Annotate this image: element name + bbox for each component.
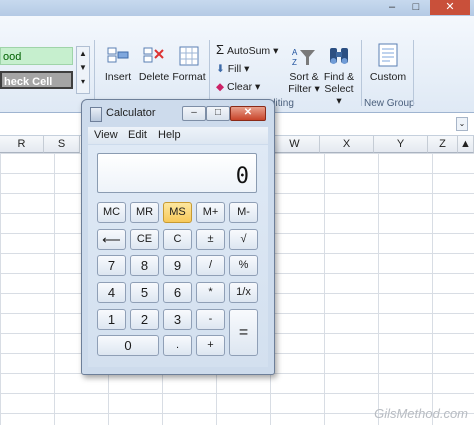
excel-titlebar: – □ ✕ — [0, 0, 474, 16]
key-7[interactable]: 7 — [97, 255, 126, 276]
style-good[interactable]: ood — [0, 47, 73, 65]
menu-help[interactable]: Help — [158, 129, 181, 141]
column-header-w[interactable]: W — [270, 136, 320, 153]
new-group-label: New Group — [364, 98, 415, 109]
sigma-icon: Σ — [216, 42, 225, 57]
calculator-title: Calculator — [106, 107, 156, 119]
calculator-app-icon — [90, 107, 102, 122]
key-divide[interactable]: / — [196, 255, 225, 276]
svg-text:A: A — [292, 48, 298, 57]
insert-cells-icon — [107, 47, 129, 63]
divider — [94, 40, 95, 106]
key-multiply[interactable]: * — [196, 282, 225, 303]
key-0[interactable]: 0 — [97, 335, 159, 356]
calc-close-button[interactable]: ✕ — [230, 106, 266, 121]
column-header-x[interactable]: X — [320, 136, 374, 153]
key-1[interactable]: 1 — [97, 309, 126, 330]
autosum-label: AutoSum — [226, 45, 271, 57]
insert-label: Insert — [104, 71, 132, 83]
column-header-s[interactable]: S — [44, 136, 80, 153]
key-8[interactable]: 8 — [130, 255, 159, 276]
column-header-z[interactable]: Z — [428, 136, 458, 153]
calculator-body: 0 MC MR MS M+ M- ⟵ CE C ± √ 7 8 9 / % 4 … — [88, 145, 268, 367]
key-m-minus[interactable]: M- — [229, 202, 258, 223]
watermark: GilsMethod.com — [374, 406, 468, 421]
divider — [361, 40, 362, 106]
sort-filter-icon: AZ — [292, 48, 315, 67]
calculator-menu-bar: View Edit Help — [88, 127, 268, 144]
delete-button[interactable]: Delete — [137, 44, 171, 83]
key-6[interactable]: 6 — [163, 282, 192, 303]
eraser-icon: ◆ — [216, 81, 225, 93]
key-9[interactable]: 9 — [163, 255, 192, 276]
svg-text:Z: Z — [292, 58, 297, 67]
column-header-r[interactable]: R — [0, 136, 44, 153]
find-select-label-2: Select — [324, 83, 354, 95]
key-ce[interactable]: CE — [130, 229, 159, 250]
delete-cells-icon — [143, 47, 164, 63]
custom-button[interactable]: Custom — [366, 42, 410, 83]
fill-button[interactable]: ⬇ Fill ▾ — [216, 63, 249, 75]
maximize-button[interactable]: □ — [406, 0, 426, 15]
key-minus[interactable]: - — [196, 309, 225, 330]
format-cells-icon — [179, 46, 199, 66]
autosum-button[interactable]: Σ AutoSum ▾ — [216, 42, 278, 57]
custom-label: Custom — [369, 71, 407, 83]
styles-scroll[interactable]: ▲ ▼ ▾ — [76, 46, 90, 94]
menu-edit[interactable]: Edit — [128, 129, 147, 141]
column-header-y[interactable]: Y — [374, 136, 428, 153]
fill-label: Fill — [227, 63, 242, 75]
expand-formula-bar-button[interactable]: ⌄ — [456, 117, 468, 131]
find-select-button[interactable]: Find & Select ▾ — [321, 44, 357, 107]
key-reciprocal[interactable]: 1/x — [229, 282, 258, 303]
close-button[interactable]: ✕ — [430, 0, 470, 15]
key-percent[interactable]: % — [229, 255, 258, 276]
scroll-up-button[interactable]: ▲ — [458, 136, 474, 153]
find-select-label-1: Find & — [323, 71, 355, 83]
calculator-display: 0 — [97, 153, 257, 193]
key-3[interactable]: 3 — [163, 309, 192, 330]
key-m-plus[interactable]: M+ — [196, 202, 225, 223]
fill-down-icon: ⬇ — [216, 63, 225, 75]
binoculars-icon — [330, 48, 348, 64]
style-check-cell[interactable]: heck Cell — [0, 71, 73, 89]
clear-button[interactable]: ◆ Clear ▾ — [216, 81, 260, 93]
calculator-window: Calculator – □ ✕ View Edit Help 0 MC MR … — [81, 99, 275, 375]
key-plus-minus[interactable]: ± — [196, 229, 225, 250]
calc-minimize-button[interactable]: – — [182, 106, 206, 121]
menu-view[interactable]: View — [94, 129, 118, 141]
key-c[interactable]: C — [163, 229, 192, 250]
format-button[interactable]: Format — [172, 44, 206, 83]
calc-maximize-button[interactable]: □ — [206, 106, 230, 121]
display-value: 0 — [235, 164, 249, 189]
key-plus[interactable]: + — [196, 335, 225, 356]
clear-label: Clear — [227, 81, 253, 93]
key-4[interactable]: 4 — [97, 282, 126, 303]
calculator-titlebar[interactable]: Calculator – □ ✕ — [82, 100, 274, 127]
key-equals[interactable]: = — [229, 309, 258, 356]
sort-filter-label-1: Sort & — [289, 71, 319, 83]
divider — [209, 40, 210, 106]
key-sqrt[interactable]: √ — [229, 229, 258, 250]
minimize-button[interactable]: – — [382, 0, 402, 15]
sort-filter-button[interactable]: AZ Sort & Filter ▾ — [286, 44, 322, 95]
insert-button[interactable]: Insert — [101, 44, 135, 83]
form-icon — [378, 43, 398, 67]
sort-filter-label-2: Filter — [288, 83, 312, 95]
key-2[interactable]: 2 — [130, 309, 159, 330]
key-decimal[interactable]: . — [163, 335, 192, 356]
key-ms[interactable]: MS — [163, 202, 192, 223]
divider — [413, 40, 414, 106]
key-mc[interactable]: MC — [97, 202, 126, 223]
key-mr[interactable]: MR — [130, 202, 159, 223]
key-backspace[interactable]: ⟵ — [97, 229, 126, 250]
delete-label: Delete — [138, 71, 170, 83]
key-5[interactable]: 5 — [130, 282, 159, 303]
format-label: Format — [172, 71, 206, 83]
